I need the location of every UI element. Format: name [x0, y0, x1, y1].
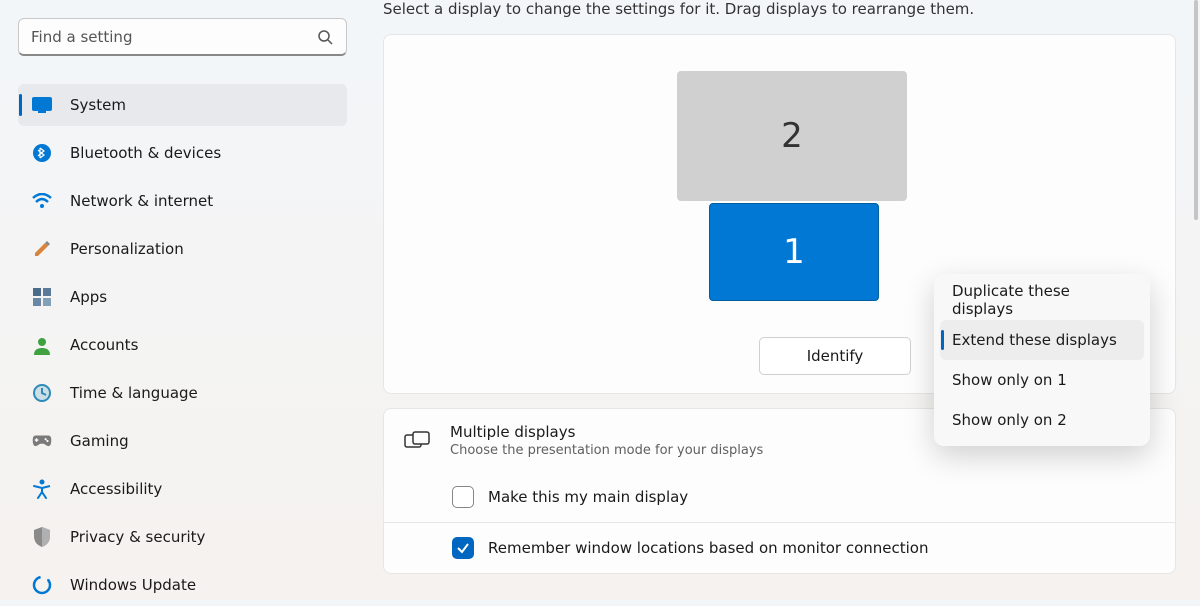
flyout-item-label: Show only on 1: [952, 371, 1067, 389]
person-icon: [32, 335, 52, 355]
sidebar-item-accessibility[interactable]: Accessibility: [18, 468, 347, 510]
flyout-item-extend[interactable]: Extend these displays: [940, 320, 1144, 360]
sidebar-item-network[interactable]: Network & internet: [18, 180, 347, 222]
update-icon: [32, 575, 52, 595]
checkbox-unchecked[interactable]: [452, 486, 474, 508]
accessibility-icon: [32, 479, 52, 499]
flyout-item-show-1[interactable]: Show only on 1: [940, 360, 1144, 400]
checkbox-label: Make this my main display: [488, 488, 688, 506]
sidebar-item-label: Windows Update: [70, 576, 196, 594]
sidebar-item-label: Bluetooth & devices: [70, 144, 221, 162]
search-icon: [317, 29, 333, 45]
checkbox-checked[interactable]: [452, 537, 474, 559]
sidebar-item-apps[interactable]: Apps: [18, 276, 347, 318]
displays-icon: [404, 431, 430, 451]
identify-button[interactable]: Identify: [759, 337, 911, 375]
system-icon: [32, 95, 52, 115]
sidebar-item-gaming[interactable]: Gaming: [18, 420, 347, 462]
paint-icon: [32, 239, 52, 259]
sidebar-item-personalization[interactable]: Personalization: [18, 228, 347, 270]
sidebar-item-label: Accounts: [70, 336, 138, 354]
checkbox-label: Remember window locations based on monit…: [488, 539, 929, 557]
presentation-mode-flyout: Duplicate these displays Extend these di…: [934, 274, 1150, 446]
settings-sidebar: System Bluetooth & devices Network & int…: [0, 0, 365, 600]
search-wrapper: [18, 18, 347, 56]
flyout-item-label: Duplicate these displays: [952, 282, 1132, 318]
apps-icon: [32, 287, 52, 307]
section-text: Multiple displays Choose the presentatio…: [450, 423, 763, 458]
sidebar-item-bluetooth[interactable]: Bluetooth & devices: [18, 132, 347, 174]
flyout-item-duplicate[interactable]: Duplicate these displays: [940, 280, 1144, 320]
sidebar-item-time-language[interactable]: Time & language: [18, 372, 347, 414]
shield-icon: [32, 527, 52, 547]
sidebar-item-privacy[interactable]: Privacy & security: [18, 516, 347, 558]
nav-list: System Bluetooth & devices Network & int…: [18, 84, 347, 606]
vertical-scrollbar[interactable]: [1190, 0, 1198, 600]
flyout-item-show-2[interactable]: Show only on 2: [940, 400, 1144, 440]
sidebar-item-label: Network & internet: [70, 192, 213, 210]
sidebar-item-label: Time & language: [70, 384, 198, 402]
search-input[interactable]: [18, 18, 347, 56]
flyout-item-label: Extend these displays: [952, 331, 1117, 349]
remember-locations-row[interactable]: Remember window locations based on monit…: [383, 523, 1176, 574]
sidebar-item-label: Accessibility: [70, 480, 162, 498]
wifi-icon: [32, 191, 52, 211]
gamepad-icon: [32, 431, 52, 451]
sidebar-item-label: Privacy & security: [70, 528, 205, 546]
make-main-display-row[interactable]: Make this my main display: [383, 472, 1176, 523]
sidebar-item-accounts[interactable]: Accounts: [18, 324, 347, 366]
monitor-2[interactable]: 2: [677, 71, 907, 201]
section-subtitle: Choose the presentation mode for your di…: [450, 443, 763, 458]
monitor-1[interactable]: 1: [709, 203, 879, 301]
flyout-item-label: Show only on 2: [952, 411, 1067, 429]
sidebar-item-label: Apps: [70, 288, 107, 306]
monitor-label: 1: [783, 232, 805, 272]
clock-icon: [32, 383, 52, 403]
bluetooth-icon: [32, 143, 52, 163]
page-subtitle: Select a display to change the settings …: [383, 0, 1176, 18]
monitor-label: 2: [781, 116, 803, 156]
sidebar-item-label: System: [70, 96, 126, 114]
scroll-thumb[interactable]: [1194, 0, 1198, 220]
sidebar-item-system[interactable]: System: [18, 84, 347, 126]
section-title: Multiple displays: [450, 423, 763, 441]
sidebar-item-label: Gaming: [70, 432, 129, 450]
sidebar-item-label: Personalization: [70, 240, 184, 258]
